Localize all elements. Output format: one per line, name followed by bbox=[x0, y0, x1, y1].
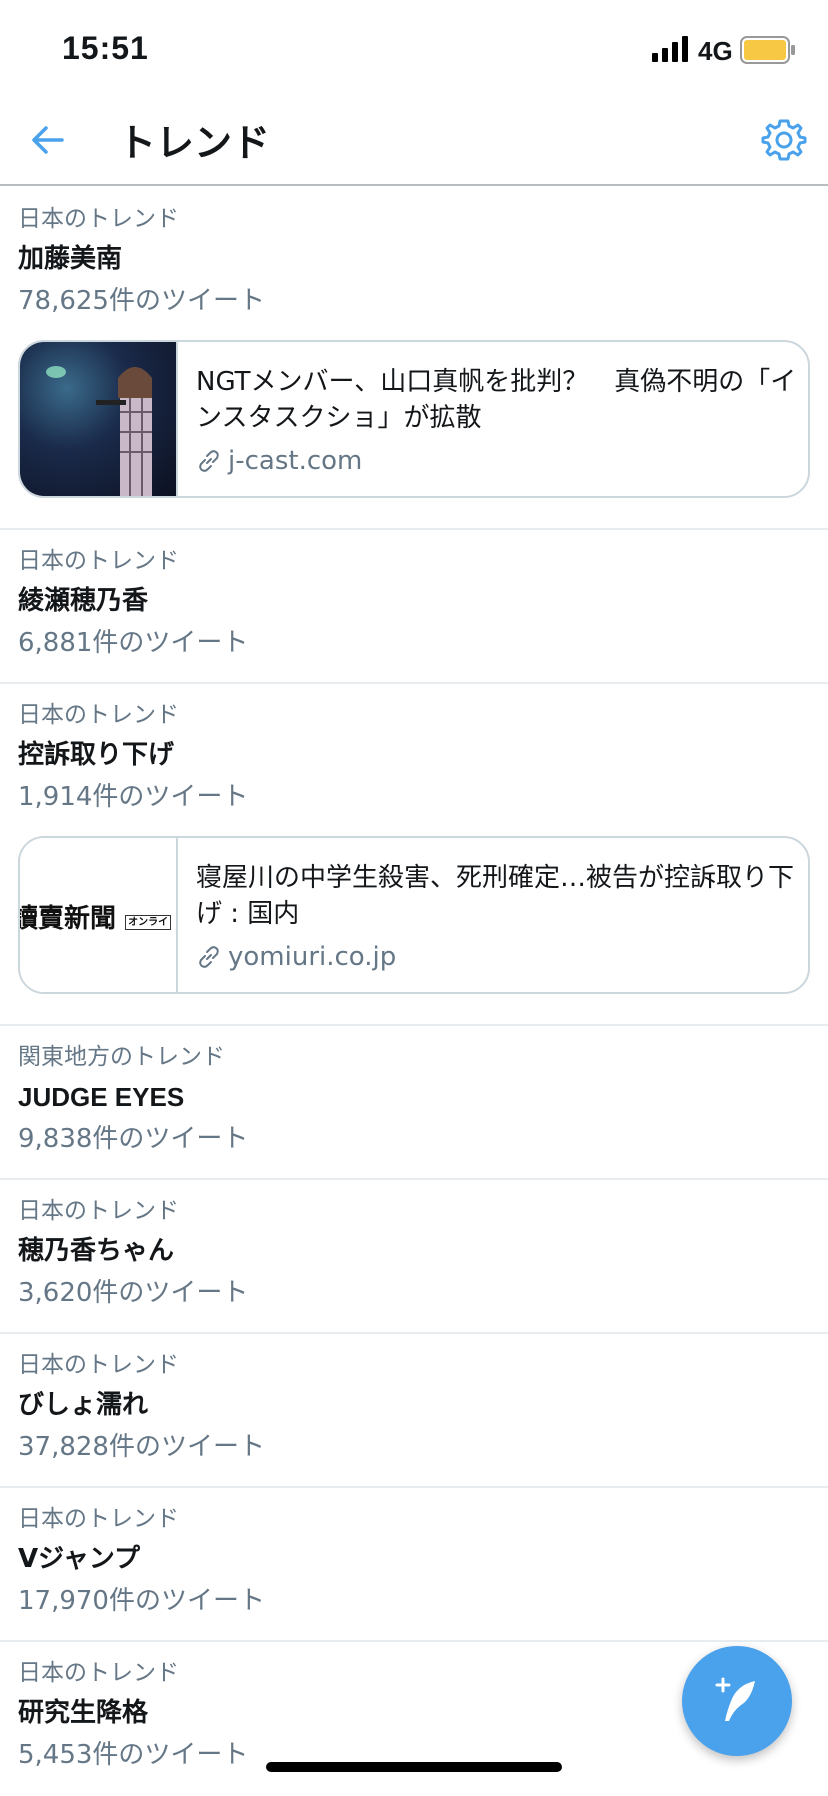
trend-item[interactable]: 日本のトレンド 綾瀬穂乃香 6,881件のツイート bbox=[0, 530, 828, 684]
logo-tag: オンライ bbox=[125, 914, 172, 930]
trend-item[interactable]: 日本のトレンド 加藤美南 78,625件のツイート NGTメンバー、山口真帆を批 bbox=[0, 188, 828, 530]
card-headline: NGTメンバー、山口真帆を批判？ 真偽不明の「インスタスクショ」が拡散 bbox=[196, 367, 797, 433]
logo-text: 讀賣新聞 オンライ bbox=[20, 898, 172, 935]
card-headline: 寝屋川の中学生殺害、死刑確定…被告が控訴取り下げ : 国内 bbox=[196, 863, 795, 929]
trend-name: JUDGE EYES bbox=[18, 1082, 185, 1112]
card-domain: yomiuri.co.jp bbox=[196, 940, 800, 974]
battery-icon bbox=[740, 36, 795, 64]
trend-context: 日本のトレンド bbox=[18, 1198, 179, 1224]
trend-count: 6,881件のツイート bbox=[18, 628, 249, 658]
compose-tweet-icon bbox=[715, 1677, 755, 1721]
gear-icon[interactable] bbox=[760, 116, 808, 164]
news-card[interactable]: 讀賣新聞 オンライ 寝屋川の中学生殺害、死刑確定…被告が控訴取り下げ : 国内 bbox=[18, 836, 810, 994]
trend-item[interactable]: 日本のトレンド 穂乃香ちゃん 3,620件のツイート bbox=[0, 1180, 828, 1334]
status-time: 15:51 bbox=[62, 30, 149, 66]
trend-context: 日本のトレンド bbox=[18, 702, 179, 728]
trend-count: 37,828件のツイート bbox=[18, 1432, 265, 1462]
card-thumbnail: 讀賣新聞 オンライ bbox=[20, 838, 178, 992]
trend-name: 穂乃香ちゃん bbox=[18, 1236, 175, 1266]
trend-name: Vジャンプ bbox=[18, 1544, 141, 1574]
trend-count: 1,914件のツイート bbox=[18, 782, 249, 812]
card-domain: j-cast.com bbox=[196, 444, 800, 478]
card-domain-text: yomiuri.co.jp bbox=[228, 942, 397, 972]
trend-context: 日本のトレンド bbox=[18, 548, 179, 574]
trend-count: 9,838件のツイート bbox=[18, 1124, 249, 1154]
logo-name: 讀賣新聞 bbox=[20, 904, 117, 934]
signal-icon bbox=[652, 36, 688, 62]
card-thumbnail bbox=[20, 342, 178, 496]
nav-bar: トレンド bbox=[0, 100, 828, 186]
concert-photo-graphic bbox=[46, 366, 152, 496]
page-title: トレンド bbox=[118, 121, 271, 165]
trend-item[interactable]: 日本のトレンド Vジャンプ 17,970件のツイート bbox=[0, 1488, 828, 1642]
link-icon bbox=[199, 946, 219, 968]
home-indicator bbox=[266, 1762, 562, 1772]
trend-name: びしょ濡れ bbox=[18, 1390, 149, 1420]
trend-item[interactable]: 日本のトレンド びしょ濡れ 37,828件のツイート bbox=[0, 1334, 828, 1488]
link-icon bbox=[199, 450, 219, 472]
trend-context: 日本のトレンド bbox=[18, 1506, 179, 1532]
trend-name: 綾瀬穂乃香 bbox=[18, 586, 149, 616]
trend-list: 日本のトレンド 加藤美南 78,625件のツイート NGTメンバー、山口真帆を批 bbox=[0, 188, 828, 1796]
status-bar: 15:51 4G bbox=[0, 0, 828, 100]
trend-count: 3,620件のツイート bbox=[18, 1278, 249, 1308]
back-arrow-icon[interactable] bbox=[26, 118, 70, 162]
card-domain-text: j-cast.com bbox=[228, 446, 363, 476]
trend-count: 78,625件のツイート bbox=[18, 286, 265, 316]
yomiuri-logo: 讀賣新聞 オンライ bbox=[20, 838, 176, 992]
trend-count: 17,970件のツイート bbox=[18, 1586, 265, 1616]
trend-name: 加藤美南 bbox=[18, 244, 123, 274]
trend-context: 日本のトレンド bbox=[18, 206, 179, 232]
news-card[interactable]: NGTメンバー、山口真帆を批判？ 真偽不明の「インスタスクショ」が拡散 j-ca… bbox=[18, 340, 810, 498]
trend-item[interactable]: 日本のトレンド 控訴取り下げ 1,914件のツイート 讀賣新聞 オンライ 寝屋川… bbox=[0, 684, 828, 1026]
trend-context: 関東地方のトレンド bbox=[18, 1044, 225, 1070]
concert-photo bbox=[20, 342, 176, 496]
compose-tweet-button[interactable] bbox=[682, 1646, 792, 1756]
trend-context: 日本のトレンド bbox=[18, 1352, 179, 1378]
trend-item[interactable]: 関東地方のトレンド JUDGE EYES 9,838件のツイート bbox=[0, 1026, 828, 1180]
trend-name: 控訴取り下げ bbox=[18, 740, 175, 770]
network-label: 4G bbox=[698, 36, 733, 66]
